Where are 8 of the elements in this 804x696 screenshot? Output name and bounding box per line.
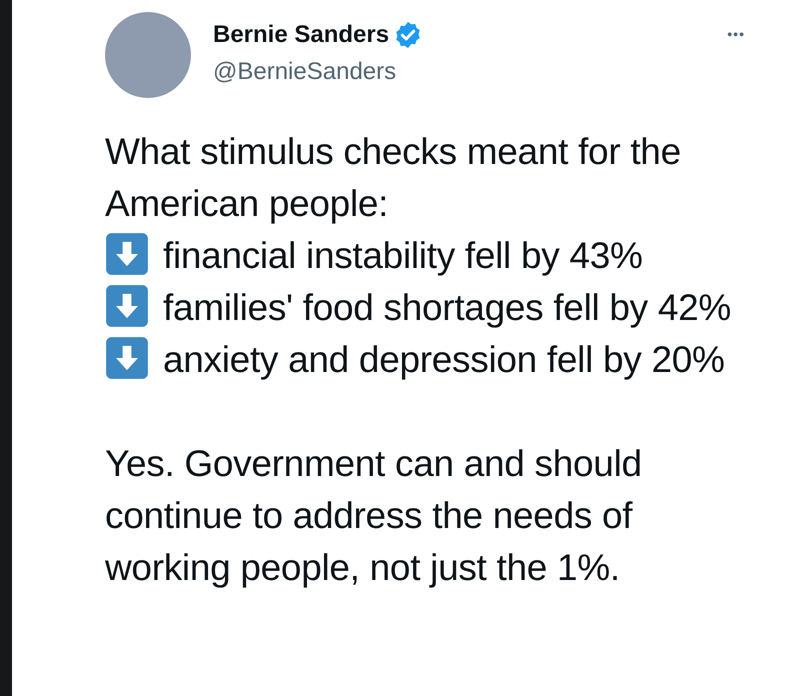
author-name[interactable]: Bernie Sanders — [213, 21, 390, 49]
author-handle[interactable]: @BernieSanders — [213, 58, 424, 86]
more-button[interactable]: ••• — [727, 26, 745, 42]
point-text: anxiety and depression fell by 20% — [163, 339, 725, 380]
point-text: families' food shortages fell by 42% — [163, 287, 732, 328]
tweet-text: Yes. Government can and should continue to address the needs of working people, not just the 1%. — [105, 442, 643, 590]
tweet-text: What stimulus checks meant for the American people: — [105, 130, 682, 226]
point-text: financial instability fell by 43% — [163, 235, 643, 276]
